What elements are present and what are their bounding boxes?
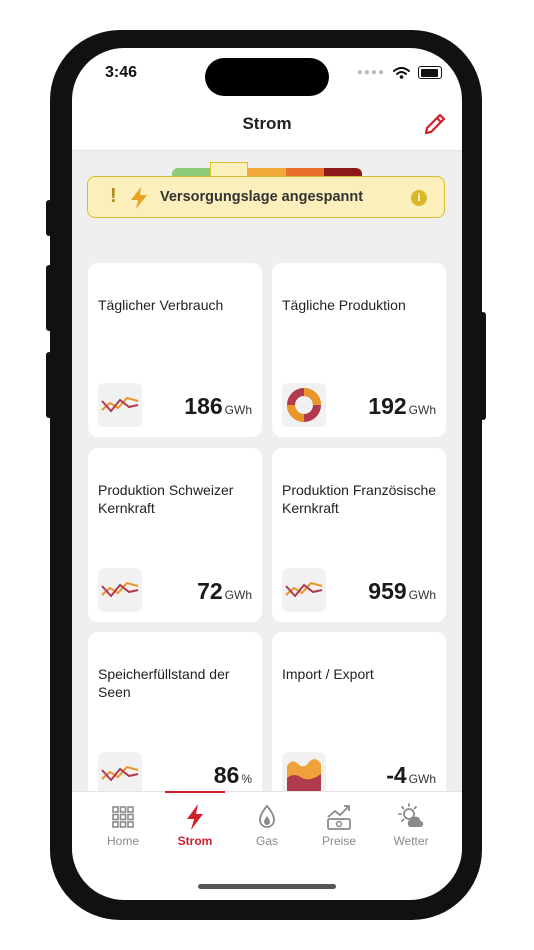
card-french-nuclear[interactable]: Produktion Französische Kernkraft 959 GWh <box>272 448 446 622</box>
status-icons: ●●●● <box>357 66 442 79</box>
exclamation-icon: ! <box>110 185 117 207</box>
dynamic-island <box>205 58 329 96</box>
lightning-icon <box>187 804 203 830</box>
card-title: Import / Export <box>282 666 374 682</box>
card-title: Produktion Schweizer Kernkraft <box>98 482 234 516</box>
card-swiss-nuclear[interactable]: Produktion Schweizer Kernkraft 72 GWh <box>88 448 262 622</box>
line-chart-icon <box>98 383 142 427</box>
card-title: Produktion Französische Kernkraft <box>282 482 437 516</box>
line-chart-icon <box>98 752 142 791</box>
area-chart-icon <box>282 752 326 791</box>
card-title: Täglicher Verbrauch <box>98 297 224 313</box>
card-lake-storage[interactable]: Speicherfüllstand der Seen 86% <box>88 632 262 791</box>
signal-icon: ●●●● <box>356 67 385 78</box>
status-time: 3:46 <box>105 64 138 81</box>
card-value: 192 GWh <box>368 393 436 419</box>
tab-label: Home <box>106 834 139 848</box>
line-chart-icon <box>98 568 142 612</box>
price-chart-icon <box>327 805 351 830</box>
tab-wetter[interactable]: Wetter <box>375 802 447 848</box>
card-import-export[interactable]: Import / Export -4 GWh <box>272 632 446 791</box>
supply-status-banner[interactable]: ! Versorgungslage angespannt i <box>87 176 445 218</box>
card-value: 72 GWh <box>197 578 252 604</box>
tab-bar: Home Strom Gas Preise Wetter <box>72 791 462 862</box>
weather-icon <box>398 803 424 828</box>
screen: 3:46 ●●●● Strom ! Versorgungslage angesp… <box>72 48 462 900</box>
card-value: 959 GWh <box>368 578 436 604</box>
tab-label: Wetter <box>393 834 429 848</box>
info-icon[interactable]: i <box>411 190 427 206</box>
tab-label: Gas <box>255 834 278 848</box>
page-title: Strom <box>242 114 292 133</box>
tab-home[interactable]: Home <box>87 802 159 848</box>
card-value: 186 GWh <box>184 393 252 419</box>
card-title: Speicherfüllstand der Seen <box>98 666 230 700</box>
tab-gas[interactable]: Gas <box>231 802 303 848</box>
pencil-icon[interactable] <box>422 111 448 137</box>
card-daily-production[interactable]: Tägliche Produktion 192 GWh <box>272 263 446 437</box>
card-title: Tägliche Produktion <box>282 297 406 313</box>
banner-text: Versorgungslage angespannt <box>160 189 364 205</box>
main-content[interactable]: ! Versorgungslage angespannt i Täglicher… <box>72 151 462 791</box>
tab-label: Preise <box>321 834 356 848</box>
flame-icon <box>259 804 275 828</box>
tab-strom[interactable]: Strom <box>159 802 231 848</box>
nav-bar: Strom <box>72 100 462 151</box>
card-value: -4 GWh <box>386 762 436 788</box>
active-tab-indicator <box>165 791 225 793</box>
card-value: 86% <box>213 762 252 788</box>
tab-label: Strom <box>177 834 213 848</box>
card-daily-consumption[interactable]: Täglicher Verbrauch 186 GWh <box>88 263 262 437</box>
lightning-icon <box>131 187 147 209</box>
line-chart-icon <box>282 568 326 612</box>
grid-icon <box>112 806 134 828</box>
battery-icon <box>418 66 442 79</box>
donut-chart-icon <box>282 383 326 427</box>
home-indicator[interactable] <box>198 884 336 889</box>
wifi-icon <box>393 66 410 79</box>
tab-preise[interactable]: Preise <box>303 802 375 848</box>
